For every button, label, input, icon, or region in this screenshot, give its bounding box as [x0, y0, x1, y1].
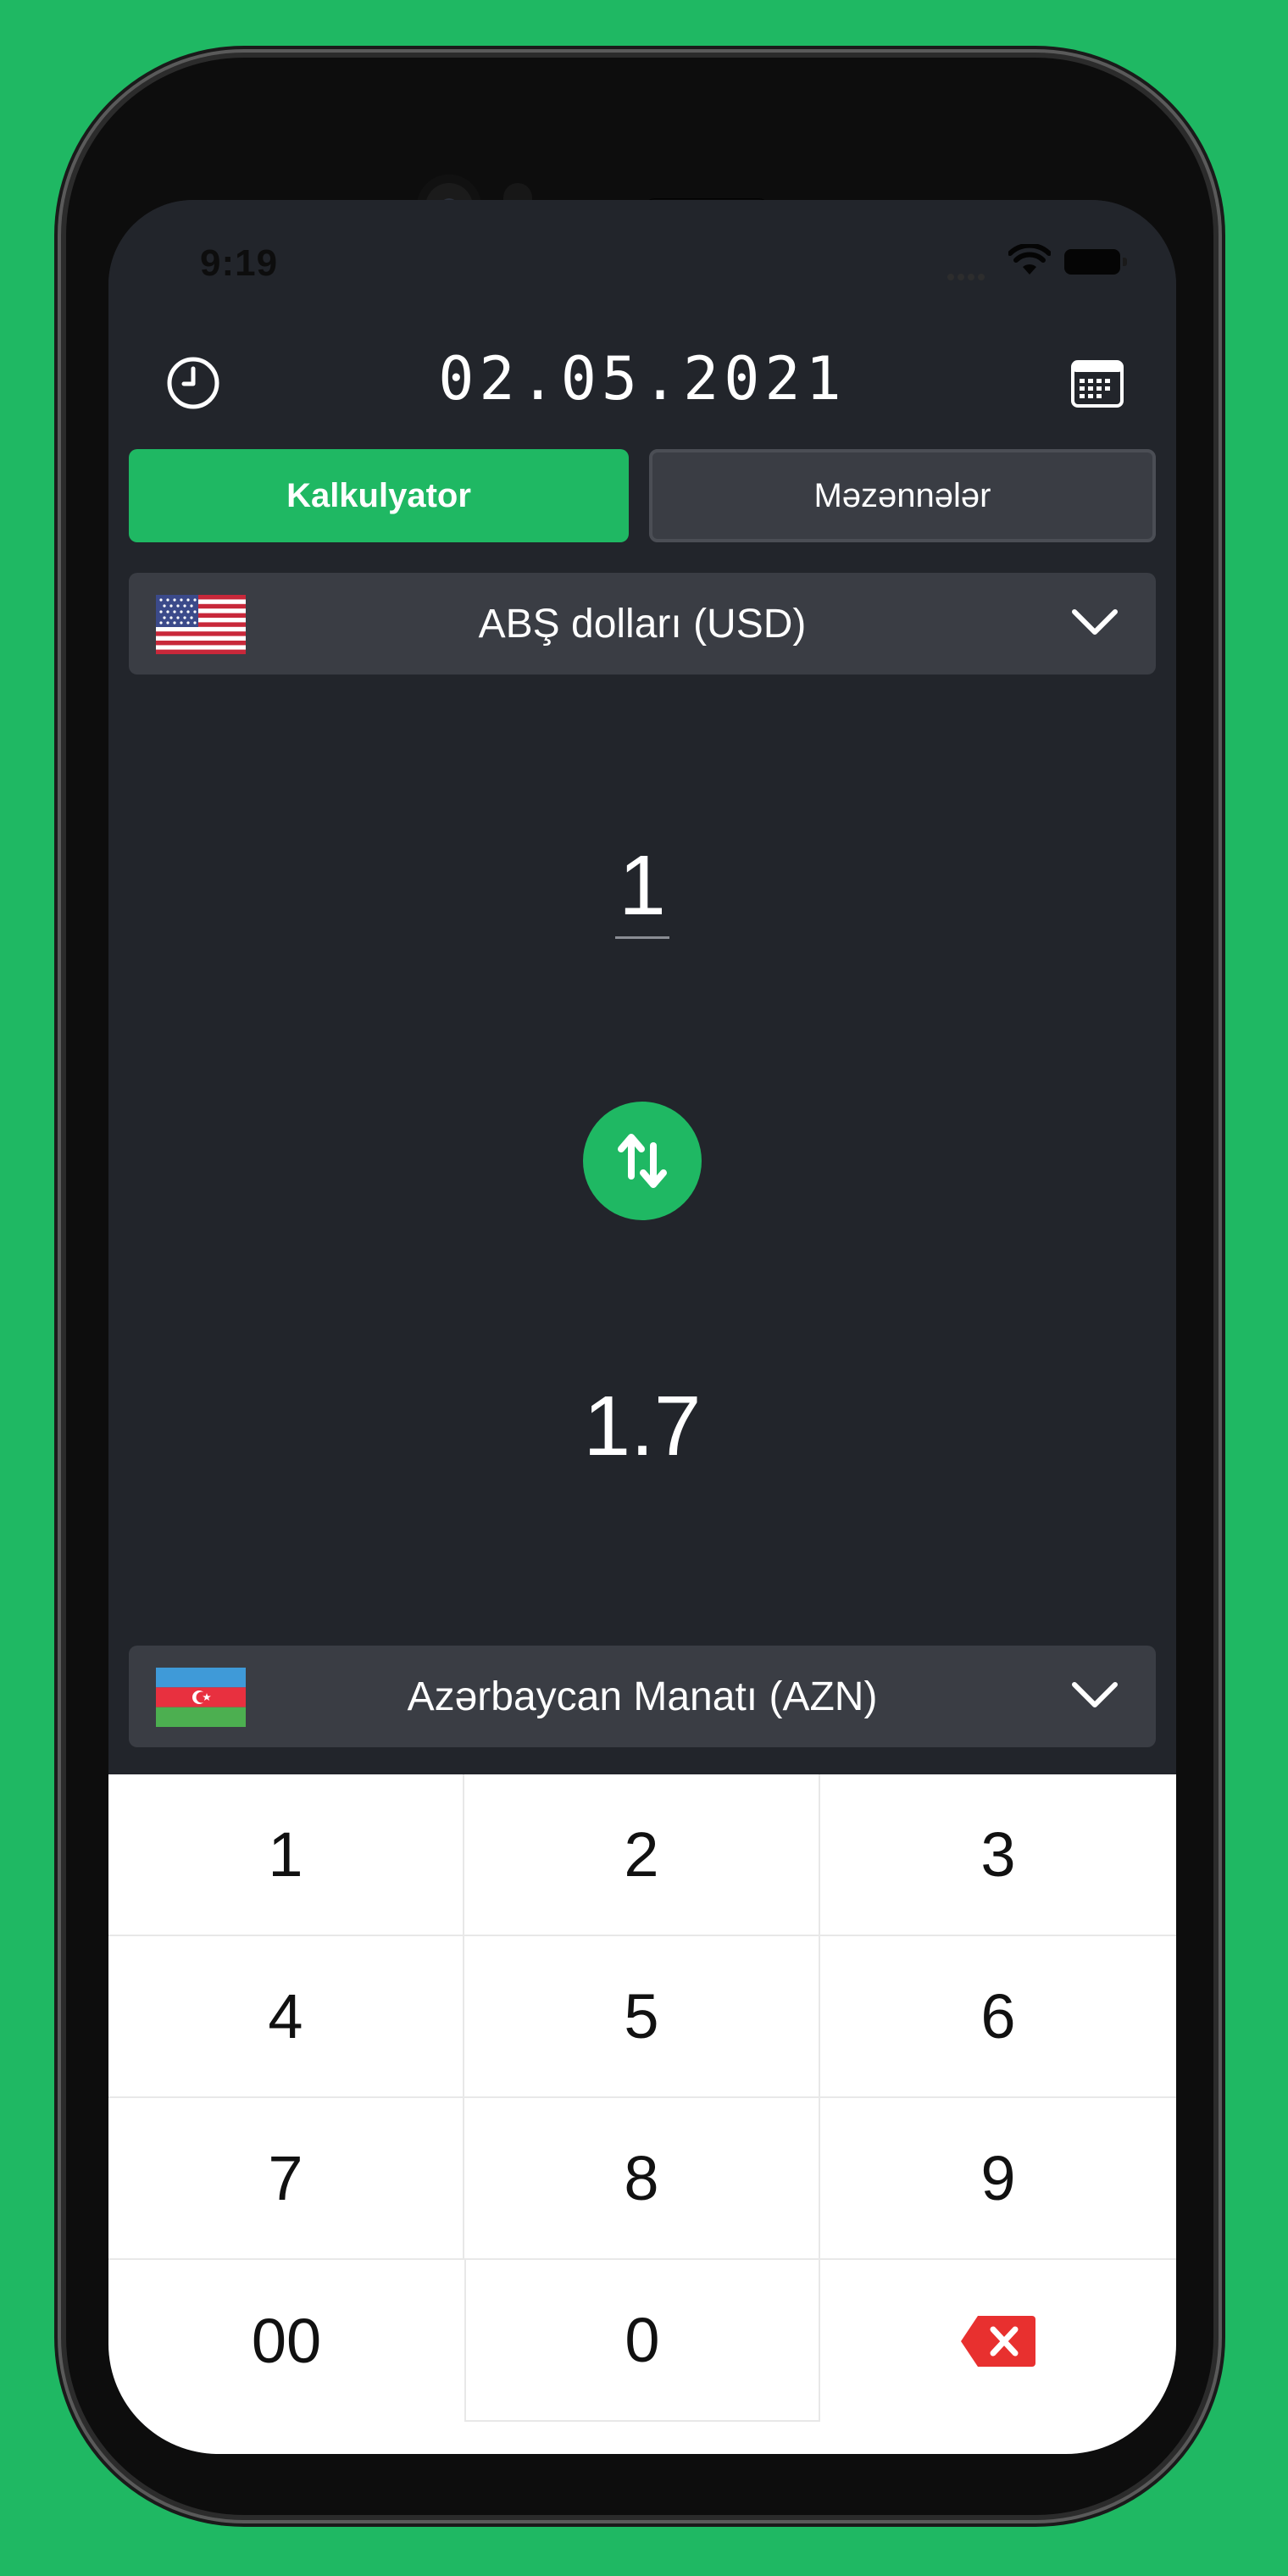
status-time: 9:19 [200, 242, 279, 284]
status-bar: 9:19 [108, 200, 1176, 327]
key-1[interactable]: 1 [108, 1774, 464, 1936]
backspace-icon [961, 2315, 1035, 2367]
signal-icon [947, 269, 988, 285]
az-flag-icon [156, 1668, 246, 1727]
key-3[interactable]: 3 [820, 1774, 1176, 1936]
key-00[interactable]: 00 [108, 2260, 464, 2422]
key-5[interactable]: 5 [464, 1936, 820, 2098]
swap-arrows-icon [618, 1134, 667, 1188]
selected-date[interactable]: 02.05.2021 [108, 344, 1176, 414]
wifi-icon [1008, 242, 1052, 280]
power-button [1213, 658, 1225, 807]
key-2[interactable]: 2 [464, 1774, 820, 1936]
key-9[interactable]: 9 [820, 2098, 1176, 2260]
key-7[interactable]: 7 [108, 2098, 464, 2260]
tab-calculator[interactable]: Kalkulyator [129, 449, 629, 542]
to-currency-name: Azərbaycan Manatı (AZN) [407, 1674, 878, 1719]
app-screen: 9:19 02.05.2021 Kalkulyator Məzənnələr A… [108, 200, 1176, 2454]
key-0[interactable]: 0 [464, 2260, 820, 2422]
amount-input[interactable]: 1 [108, 837, 1176, 939]
delete-key[interactable] [820, 2260, 1176, 2422]
swap-currencies-button[interactable] [583, 1102, 702, 1220]
tab-bar: Kalkulyator Məzənnələr [129, 449, 1156, 542]
key-4[interactable]: 4 [108, 1936, 464, 2098]
key-6[interactable]: 6 [820, 1936, 1176, 2098]
chevron-down-icon [1069, 1676, 1120, 1713]
calendar-icon[interactable] [1068, 354, 1127, 414]
from-currency-name: ABŞ dolları (USD) [478, 601, 807, 647]
app-header: 02.05.2021 [108, 336, 1176, 437]
numeric-keypad: 1 2 3 4 5 6 7 8 9 00 0 [108, 1774, 1176, 2454]
tab-rates[interactable]: Məzənnələr [649, 449, 1156, 542]
volume-button [1213, 963, 1225, 1268]
to-currency-selector[interactable]: Azərbaycan Manatı (AZN) [129, 1646, 1156, 1747]
battery-icon [1064, 249, 1127, 275]
key-8[interactable]: 8 [464, 2098, 820, 2260]
converted-result: 1.7 [583, 1379, 702, 1474]
from-currency-selector[interactable]: ABŞ dolları (USD) [129, 573, 1156, 675]
us-flag-icon [156, 595, 246, 654]
amount-value: 1 [615, 843, 669, 939]
chevron-down-icon [1069, 603, 1120, 641]
